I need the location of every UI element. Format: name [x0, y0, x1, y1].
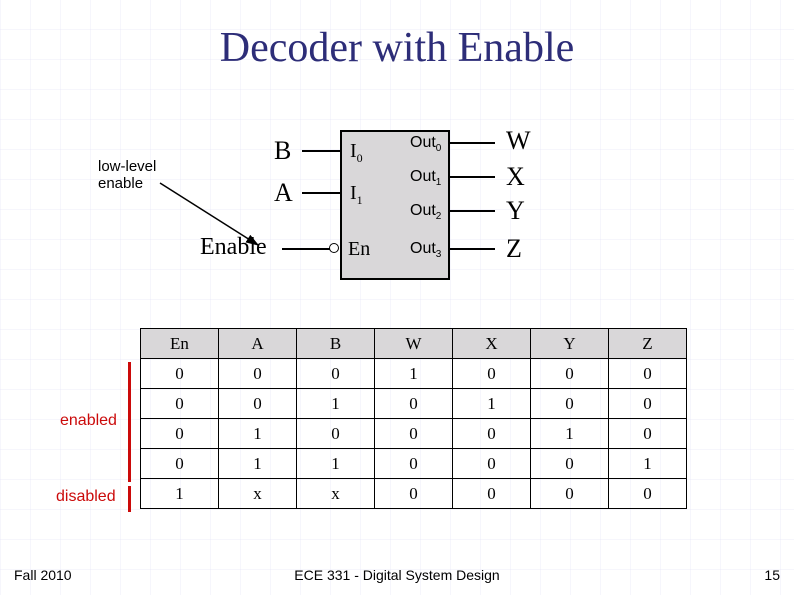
pin-out1: Out1 [410, 168, 441, 188]
output-x: X [506, 162, 525, 192]
disabled-label: disabled [56, 488, 116, 506]
table-header: B [297, 329, 375, 359]
table-cell: 1 [609, 449, 687, 479]
slide-title: Decoder with Enable [0, 24, 794, 72]
pin-i1: I1 [350, 182, 363, 208]
pin-out3: Out3 [410, 240, 441, 260]
table-cell: 1 [297, 449, 375, 479]
table-cell: 1 [453, 389, 531, 419]
low-level-enable-note: low-level enable [98, 158, 156, 193]
table-cell: 0 [609, 359, 687, 389]
pin-out0: Out0 [410, 134, 441, 154]
output-w: W [506, 126, 531, 156]
disabled-bracket [128, 486, 131, 512]
table-cell: 0 [375, 449, 453, 479]
table-cell: 0 [375, 419, 453, 449]
wire-a [302, 192, 340, 194]
output-y: Y [506, 196, 525, 226]
table-header: X [453, 329, 531, 359]
note-line2: enable [98, 175, 143, 192]
wire-b [302, 150, 340, 152]
table-cell: 0 [609, 419, 687, 449]
table-row: 0010100 [141, 389, 687, 419]
table-cell: 0 [453, 479, 531, 509]
table-cell: 1 [297, 389, 375, 419]
table-header: W [375, 329, 453, 359]
table-cell: x [297, 479, 375, 509]
enabled-label: enabled [60, 412, 117, 430]
enable-bubble-icon [329, 243, 339, 253]
table-header: Y [531, 329, 609, 359]
input-enable: Enable [200, 234, 267, 261]
wire-y [450, 210, 495, 212]
pin-out2: Out2 [410, 202, 441, 222]
table-cell: 1 [375, 359, 453, 389]
table-cell: 0 [297, 419, 375, 449]
truth-table: EnABWXYZ00010000010100010001001100011xx0… [140, 328, 687, 509]
table-row: 1xx0000 [141, 479, 687, 509]
table-cell: 1 [219, 449, 297, 479]
input-b: B [274, 136, 291, 166]
pin-i0: I0 [350, 140, 363, 166]
note-line1: low-level [98, 158, 156, 175]
wire-en [282, 248, 330, 250]
table-row: 0001000 [141, 359, 687, 389]
wire-w [450, 142, 495, 144]
table-cell: 0 [609, 479, 687, 509]
wire-x [450, 176, 495, 178]
table-cell: 1 [141, 479, 219, 509]
table-header: En [141, 329, 219, 359]
table-cell: 0 [531, 479, 609, 509]
table-header: Z [609, 329, 687, 359]
table-cell: 0 [375, 479, 453, 509]
table-cell: 0 [453, 449, 531, 479]
pin-en: En [348, 238, 370, 261]
table-cell: 1 [531, 419, 609, 449]
table-cell: 0 [609, 389, 687, 419]
table-header: A [219, 329, 297, 359]
decoder-diagram: B A Enable I0 I1 En Out0 Out1 Out2 Out3 … [260, 130, 580, 290]
table-cell: 0 [219, 359, 297, 389]
table-row: 0110001 [141, 449, 687, 479]
table-row: 0100010 [141, 419, 687, 449]
table-cell: 0 [453, 359, 531, 389]
table-cell: 0 [531, 389, 609, 419]
table-cell: 0 [141, 389, 219, 419]
footer-course: ECE 331 - Digital System Design [0, 567, 794, 583]
table-cell: 0 [453, 419, 531, 449]
table-cell: 0 [141, 449, 219, 479]
input-a: A [274, 178, 293, 208]
table-cell: 1 [219, 419, 297, 449]
enabled-bracket [128, 362, 131, 482]
table-cell: 0 [531, 449, 609, 479]
table-cell: x [219, 479, 297, 509]
slide-number: 15 [764, 567, 780, 583]
table-cell: 0 [219, 389, 297, 419]
table-cell: 0 [141, 419, 219, 449]
table-cell: 0 [375, 389, 453, 419]
wire-z [450, 248, 495, 250]
output-z: Z [506, 234, 522, 264]
table-cell: 0 [297, 359, 375, 389]
table-cell: 0 [531, 359, 609, 389]
table-cell: 0 [141, 359, 219, 389]
